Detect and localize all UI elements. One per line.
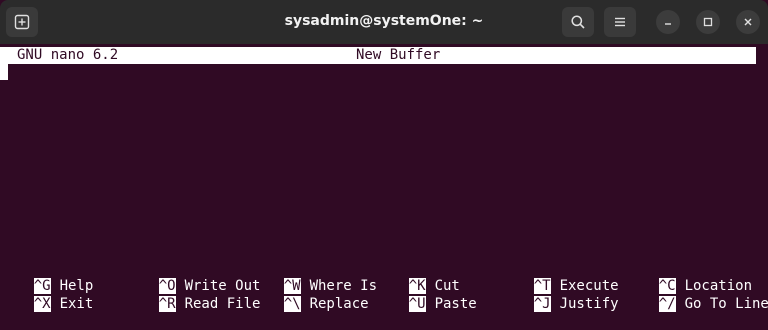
shortcut-key: ^J xyxy=(533,296,551,312)
nano-version: GNU nano 6.2 xyxy=(17,47,119,63)
shortcut-key: ^X xyxy=(33,296,51,312)
window-titlebar: sysadmin@systemOne: ~ xyxy=(0,0,768,44)
shortcut-key: ^/ xyxy=(658,296,676,312)
shortcut-key: ^R xyxy=(158,296,176,312)
new-tab-button[interactable] xyxy=(6,7,38,37)
shortcut-label: Exit xyxy=(59,296,94,312)
shortcut-exit[interactable]: ^X Exit xyxy=(0,279,93,312)
hamburger-menu-icon xyxy=(615,17,625,27)
close-button[interactable] xyxy=(736,10,760,34)
text-cursor xyxy=(0,64,8,80)
shortcut-go-to-line[interactable]: ^/ Go To Line xyxy=(625,279,768,312)
buffer-name: New Buffer xyxy=(356,47,441,63)
close-icon xyxy=(744,18,752,26)
shortcut-label: Justify xyxy=(559,296,619,312)
shortcut-label: Go To Line xyxy=(684,296,768,312)
shortcut-key: ^\ xyxy=(283,296,301,312)
shortcut-paste[interactable]: ^U Paste xyxy=(375,279,477,312)
shortcut-help[interactable]: ^G Help xyxy=(0,261,93,294)
search-icon xyxy=(571,15,585,29)
shortcut-label: Paste xyxy=(434,296,477,312)
window-title: sysadmin@systemOne: ~ xyxy=(284,13,484,29)
maximize-icon xyxy=(703,17,713,27)
shortcut-replace[interactable]: ^\ Replace xyxy=(250,279,369,312)
maximize-button[interactable] xyxy=(696,10,720,34)
shortcut-where-is[interactable]: ^W Where Is xyxy=(250,261,377,294)
nano-header-bar: GNU nano 6.2 New Buffer xyxy=(0,47,756,64)
shortcut-key: ^U xyxy=(408,296,426,312)
menu-button[interactable] xyxy=(604,7,636,37)
shortcut-justify[interactable]: ^J Justify xyxy=(500,279,619,312)
shortcut-write-out[interactable]: ^O Write Out xyxy=(125,261,260,294)
search-button[interactable] xyxy=(562,7,594,37)
shortcut-read-file[interactable]: ^R Read File xyxy=(125,279,260,312)
shortcut-execute[interactable]: ^T Execute xyxy=(500,261,619,294)
shortcut-location[interactable]: ^C Location xyxy=(625,261,752,294)
terminal-area[interactable]: GNU nano 6.2 New Buffer ^G Help ^O Write O… xyxy=(0,44,768,312)
minimize-icon xyxy=(665,23,671,25)
shortcut-label: Replace xyxy=(309,296,369,312)
shortcut-cut[interactable]: ^K Cut xyxy=(375,261,460,294)
minimize-button[interactable] xyxy=(656,10,680,34)
new-tab-icon xyxy=(14,14,30,30)
